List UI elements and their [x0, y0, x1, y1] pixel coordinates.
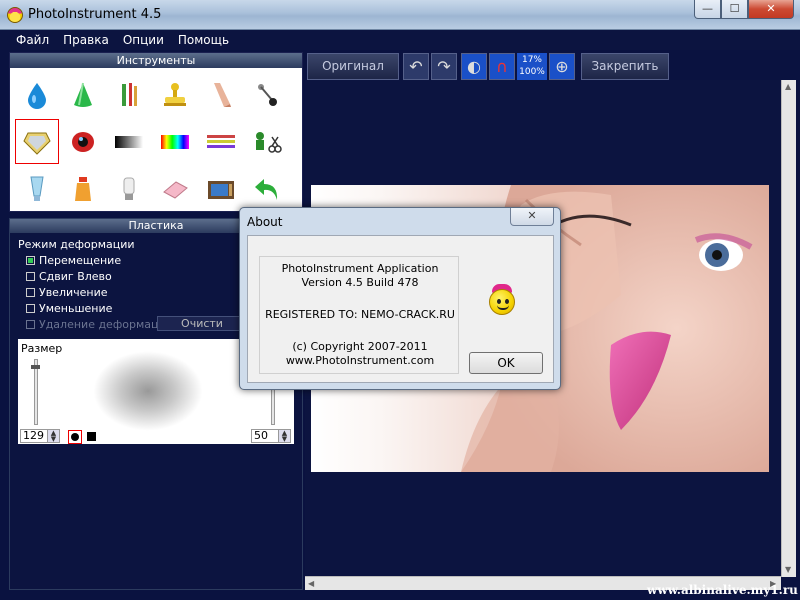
pin-icon[interactable]	[244, 71, 290, 118]
rainbow-palette-icon[interactable]	[152, 118, 198, 165]
about-version: Version 4.5 Build 478	[301, 276, 419, 289]
smudge-icon[interactable]	[198, 71, 244, 118]
stepper-arrows-icon[interactable]: ▲ ▼	[278, 430, 290, 443]
brush-preview	[93, 351, 203, 431]
square-brush-icon[interactable]	[87, 432, 96, 441]
zoom-out-icon[interactable]: ◐	[461, 52, 487, 80]
zoom-level-top: 17%	[521, 54, 542, 65]
close-button[interactable]: ✕	[748, 0, 794, 19]
menu-file[interactable]: Файл	[16, 30, 49, 50]
size-slider-thumb[interactable]	[31, 365, 40, 369]
strength-stepper[interactable]: 50 ▲ ▼	[251, 429, 291, 443]
option-move-label: Перемещение	[39, 254, 122, 267]
stepper-arrows-icon[interactable]: ▲ ▼	[47, 430, 59, 443]
scroll-down-icon[interactable]: ▼	[785, 565, 791, 574]
menu-help[interactable]: Помощь	[178, 30, 229, 50]
checkbox-remove-deformation[interactable]	[26, 320, 35, 329]
strength-slider[interactable]	[271, 389, 275, 425]
tube-icon[interactable]	[14, 165, 60, 212]
window-controls: — ☐ ✕	[694, 0, 794, 19]
about-copyright: (c) Copyright 2007-2011	[292, 340, 428, 353]
zoom-level-bottom: 100%	[519, 66, 545, 77]
tools-panel-title: Инструменты	[10, 53, 302, 68]
option-shift-left-label: Сдвиг Влево	[39, 270, 112, 283]
app-logo-icon	[7, 7, 23, 23]
eraser-icon[interactable]	[152, 165, 198, 212]
size-stepper[interactable]: 129 ▲ ▼	[20, 429, 60, 443]
size-label: Размер	[21, 342, 63, 355]
about-close-button[interactable]: ✕	[510, 208, 554, 226]
diamond-icon[interactable]	[14, 118, 60, 165]
red-eye-icon[interactable]	[60, 118, 106, 165]
circle-brush-icon[interactable]	[68, 430, 82, 444]
magnet-icon[interactable]: ∩	[489, 52, 515, 80]
clear-button[interactable]: Очисти	[157, 316, 247, 331]
bulb-icon[interactable]	[106, 165, 152, 212]
scroll-left-icon[interactable]: ◀	[308, 579, 314, 588]
menu-options[interactable]: Опции	[123, 30, 164, 50]
redo-icon[interactable]: ↷	[431, 52, 457, 80]
checkbox-shift-left[interactable]	[26, 272, 35, 281]
zoom-indicator: 17% 100%	[517, 52, 547, 80]
about-info-frame: PhotoInstrument Application Version 4.5 …	[259, 256, 459, 374]
undo-arrow-icon[interactable]	[244, 165, 290, 212]
undo-icon[interactable]: ↶	[403, 52, 429, 80]
checkbox-shrink[interactable]	[26, 304, 35, 313]
gradient-icon[interactable]	[106, 118, 152, 165]
tools-panel: Инструменты	[9, 52, 303, 212]
original-button[interactable]: Оригинал	[307, 52, 399, 80]
about-body: PhotoInstrument Application Version 4.5 …	[247, 235, 554, 383]
pin-button[interactable]: Закрепить	[581, 52, 669, 80]
option-shrink-label: Уменьшение	[39, 302, 113, 315]
smiley-icon	[489, 289, 515, 315]
bottle-icon[interactable]	[60, 165, 106, 212]
canvas-toolbar: Оригинал ↶ ↷ ◐ ∩ 17% 100% ⊕ Закрепить	[307, 52, 673, 80]
tool-grid	[10, 68, 302, 215]
tv-icon[interactable]	[198, 165, 244, 212]
maximize-button[interactable]: ☐	[721, 0, 748, 19]
option-enlarge-label: Увеличение	[39, 286, 108, 299]
menu-bar: Файл Правка Опции Помощь	[0, 30, 800, 50]
strength-value: 50	[254, 429, 268, 442]
minimize-button[interactable]: —	[694, 0, 721, 19]
window-title-bar: PhotoInstrument 4.5 — ☐ ✕	[0, 0, 800, 30]
cut-paste-icon[interactable]	[244, 118, 290, 165]
option-remove-deformation-label: Удаление деформации	[39, 318, 173, 331]
drop-tool-icon[interactable]	[14, 71, 60, 118]
about-app-name: PhotoInstrument Application	[281, 262, 439, 275]
about-dialog: About ✕ PhotoInstrument Application Vers…	[239, 207, 561, 390]
ok-button[interactable]: OK	[469, 352, 543, 374]
window-title: PhotoInstrument 4.5	[28, 7, 162, 22]
size-value: 129	[23, 429, 44, 442]
pencil-brush-icon[interactable]	[106, 71, 152, 118]
checkbox-enlarge[interactable]	[26, 288, 35, 297]
scroll-up-icon[interactable]: ▲	[785, 82, 791, 91]
cone-tool-icon[interactable]	[60, 71, 106, 118]
vertical-scrollbar[interactable]: ▲ ▼	[781, 80, 796, 577]
menu-edit[interactable]: Правка	[63, 30, 109, 50]
zoom-in-icon[interactable]: ⊕	[549, 52, 575, 80]
about-title: About	[247, 215, 283, 229]
about-website: www.PhotoInstrument.com	[285, 354, 435, 367]
color-lines-icon[interactable]	[198, 118, 244, 165]
stamp-icon[interactable]	[152, 71, 198, 118]
about-registered: REGISTERED TO: NEMO-CRACK.RU	[265, 308, 455, 321]
checkbox-move[interactable]	[26, 256, 35, 265]
watermark: www.albinalive.my1.ru	[647, 583, 798, 597]
